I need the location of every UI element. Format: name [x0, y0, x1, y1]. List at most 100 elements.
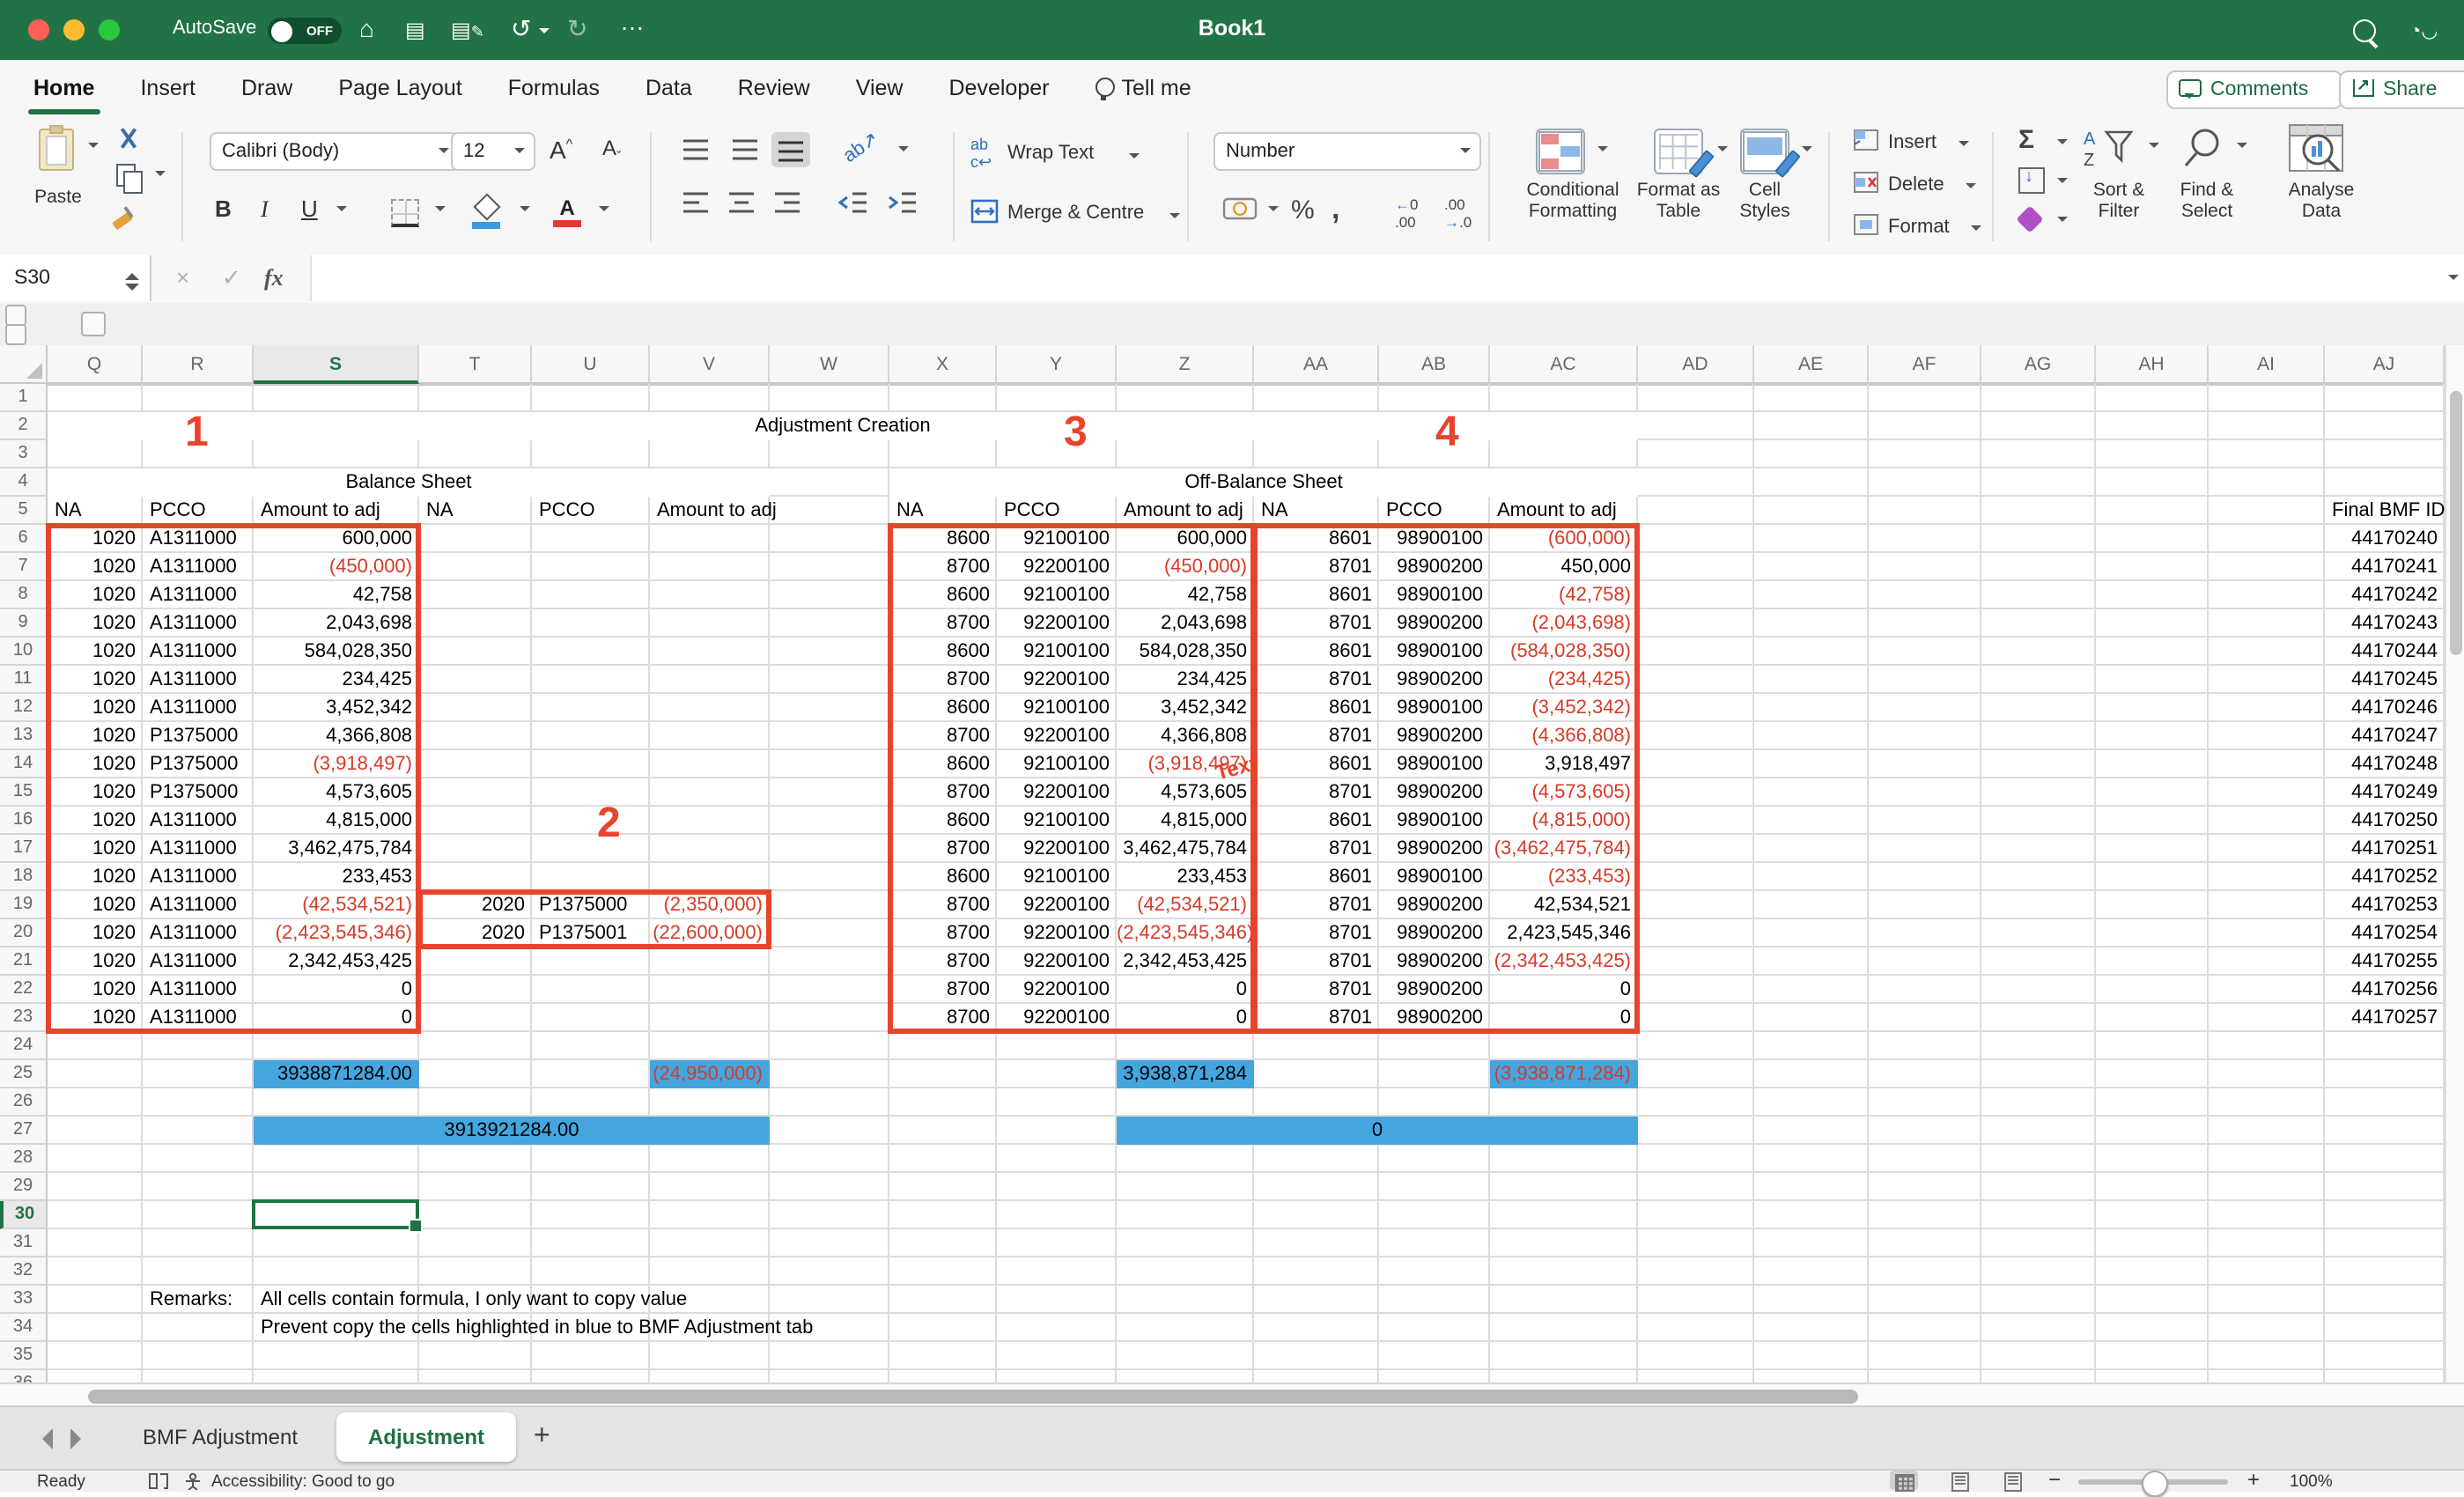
name-box-spinner[interactable] — [125, 266, 139, 298]
cell-V25[interactable]: (24,950,000) — [650, 1060, 770, 1088]
col-header-W[interactable]: W — [770, 345, 889, 384]
row-header-14[interactable]: 14 — [0, 750, 48, 778]
row-header-23[interactable]: 23 — [0, 1004, 48, 1032]
row-header-3[interactable]: 3 — [0, 440, 48, 468]
number-format-select[interactable]: Number — [1214, 132, 1481, 171]
analyse-data-button[interactable]: Analyse Data — [2276, 181, 2367, 222]
row-header-13[interactable]: 13 — [0, 722, 48, 750]
cell-AJ20[interactable]: 44170254 — [2325, 919, 2445, 948]
cell-AJ12[interactable]: 44170246 — [2325, 694, 2445, 722]
share-button[interactable]: Share — [2339, 70, 2464, 109]
row-header-35[interactable]: 35 — [0, 1342, 48, 1370]
tab-page-layout[interactable]: Page Layout — [315, 60, 484, 114]
col-header-AG[interactable]: AG — [1981, 345, 2096, 384]
paste-button[interactable]: Paste — [18, 188, 99, 208]
clear-icon[interactable] — [2016, 205, 2043, 232]
col-header-AB[interactable]: AB — [1379, 345, 1490, 384]
row-header-16[interactable]: 16 — [0, 807, 48, 835]
macro-record-icon[interactable] — [148, 1472, 169, 1495]
col-header-Q[interactable]: Q — [48, 345, 143, 384]
col-header-AE[interactable]: AE — [1754, 345, 1869, 384]
col-header-AC[interactable]: AC — [1490, 345, 1638, 384]
merged-title-adjustment-creation[interactable]: Adjustment Creation — [48, 412, 1638, 440]
cell-AJ11[interactable]: 44170245 — [2325, 666, 2445, 694]
row-header-1[interactable]: 1 — [0, 384, 48, 412]
col-header-AI[interactable]: AI — [2209, 345, 2325, 384]
delete-button[interactable]: Delete — [1888, 174, 1944, 195]
outline-level-1-button[interactable] — [5, 305, 26, 326]
cell-U5[interactable]: PCCO — [532, 497, 650, 525]
cell-AJ17[interactable]: 44170251 — [2325, 835, 2445, 863]
row-header-17[interactable]: 17 — [0, 835, 48, 863]
zoom-level[interactable]: 100% — [2290, 1472, 2333, 1492]
selected-cell-S30[interactable] — [252, 1199, 419, 1229]
analyse-data-icon[interactable] — [2286, 122, 2353, 178]
row-header-6[interactable]: 6 — [0, 525, 48, 553]
cell-AJ23[interactable]: 44170257 — [2325, 1004, 2445, 1032]
row-header-4[interactable]: 4 — [0, 468, 48, 497]
row-header-8[interactable]: 8 — [0, 581, 48, 609]
tab-formulas[interactable]: Formulas — [485, 60, 623, 114]
tab-tell-me[interactable]: Tell me — [1072, 60, 1214, 114]
cell-Z25[interactable]: 3,938,871,284 — [1117, 1060, 1254, 1088]
formula-bar-collapse-icon[interactable] — [2448, 275, 2459, 285]
cell-AJ7[interactable]: 44170241 — [2325, 553, 2445, 581]
cell-AJ15[interactable]: 44170249 — [2325, 778, 2445, 807]
format-button[interactable]: Format — [1888, 217, 1950, 238]
decrease-font-icon[interactable]: Aˇ — [602, 136, 621, 165]
cut-icon[interactable] — [116, 129, 141, 150]
row-header-15[interactable]: 15 — [0, 778, 48, 807]
row-header-29[interactable]: 29 — [0, 1173, 48, 1201]
align-center-button[interactable] — [722, 185, 761, 220]
comma-style-button[interactable]: , — [1332, 192, 1339, 227]
outline-level-2-button[interactable] — [5, 324, 26, 345]
col-header-AD[interactable]: AD — [1638, 345, 1754, 384]
font-color-icon[interactable]: A — [553, 195, 581, 224]
decrease-decimal-icon[interactable]: .00→.0 — [1444, 195, 1472, 231]
row-header-36[interactable]: 36 — [0, 1370, 48, 1383]
insert-button[interactable]: Insert — [1888, 132, 1937, 153]
tab-draw[interactable]: Draw — [218, 60, 315, 114]
col-header-AH[interactable]: AH — [2096, 345, 2209, 384]
row-header-25[interactable]: 25 — [0, 1060, 48, 1088]
sheet-tab-bmf-adjustment[interactable]: BMF Adjustment — [132, 1412, 308, 1462]
enter-icon[interactable]: ✓ — [222, 264, 241, 292]
tab-home[interactable]: Home — [11, 60, 117, 114]
expand-columns-button[interactable] — [81, 312, 106, 336]
zoom-slider-knob[interactable] — [2142, 1471, 2168, 1497]
cell-S25[interactable]: 3938871284.00 — [254, 1060, 419, 1088]
row-header-20[interactable]: 20 — [0, 919, 48, 948]
col-header-AA[interactable]: AA — [1254, 345, 1379, 384]
cell-AJ14[interactable]: 44170248 — [2325, 750, 2445, 778]
vertical-scrollbar[interactable] — [2445, 345, 2464, 1383]
align-right-button[interactable] — [768, 185, 807, 220]
cell-AJ6[interactable]: 44170240 — [2325, 525, 2445, 553]
tab-developer[interactable]: Developer — [926, 60, 1073, 114]
normal-view-button[interactable] — [1890, 1471, 1918, 1490]
cell-T5[interactable]: NA — [419, 497, 532, 525]
borders-icon[interactable] — [391, 199, 419, 227]
cell-AB5[interactable]: PCCO — [1379, 497, 1490, 525]
merged-title-balance-sheet[interactable]: Balance Sheet — [48, 468, 770, 497]
col-header-X[interactable]: X — [889, 345, 997, 384]
autosum-icon[interactable]: Σ — [2018, 125, 2034, 155]
horizontal-scrollbar[interactable] — [0, 1383, 2464, 1407]
remark-2[interactable]: All cells contain formula, I only want t… — [254, 1286, 993, 1314]
search-icon[interactable] — [2353, 18, 2376, 49]
col-header-Y[interactable]: Y — [997, 345, 1117, 384]
row-header-30[interactable]: 30 — [0, 1201, 48, 1229]
align-left-button[interactable] — [676, 185, 715, 220]
row-header-19[interactable]: 19 — [0, 891, 48, 919]
increase-decimal-icon[interactable]: ←0.00 — [1395, 195, 1418, 231]
font-name-select[interactable]: Calibri (Body) — [210, 132, 460, 171]
cell-AJ9[interactable]: 44170243 — [2325, 609, 2445, 638]
sort-filter-button[interactable]: Sort & Filter — [2078, 181, 2159, 222]
cell-Q5[interactable]: NA — [48, 497, 143, 525]
col-header-T[interactable]: T — [419, 345, 532, 384]
previous-sheet-arrow[interactable] — [32, 1428, 53, 1449]
cell-R5[interactable]: PCCO — [143, 497, 254, 525]
percent-style-button[interactable]: % — [1291, 195, 1315, 225]
cancel-icon[interactable]: × — [176, 264, 189, 291]
sort-filter-icon[interactable]: AZ — [2084, 125, 2136, 171]
cell-AC25[interactable]: (3,938,871,284) — [1490, 1060, 1638, 1088]
